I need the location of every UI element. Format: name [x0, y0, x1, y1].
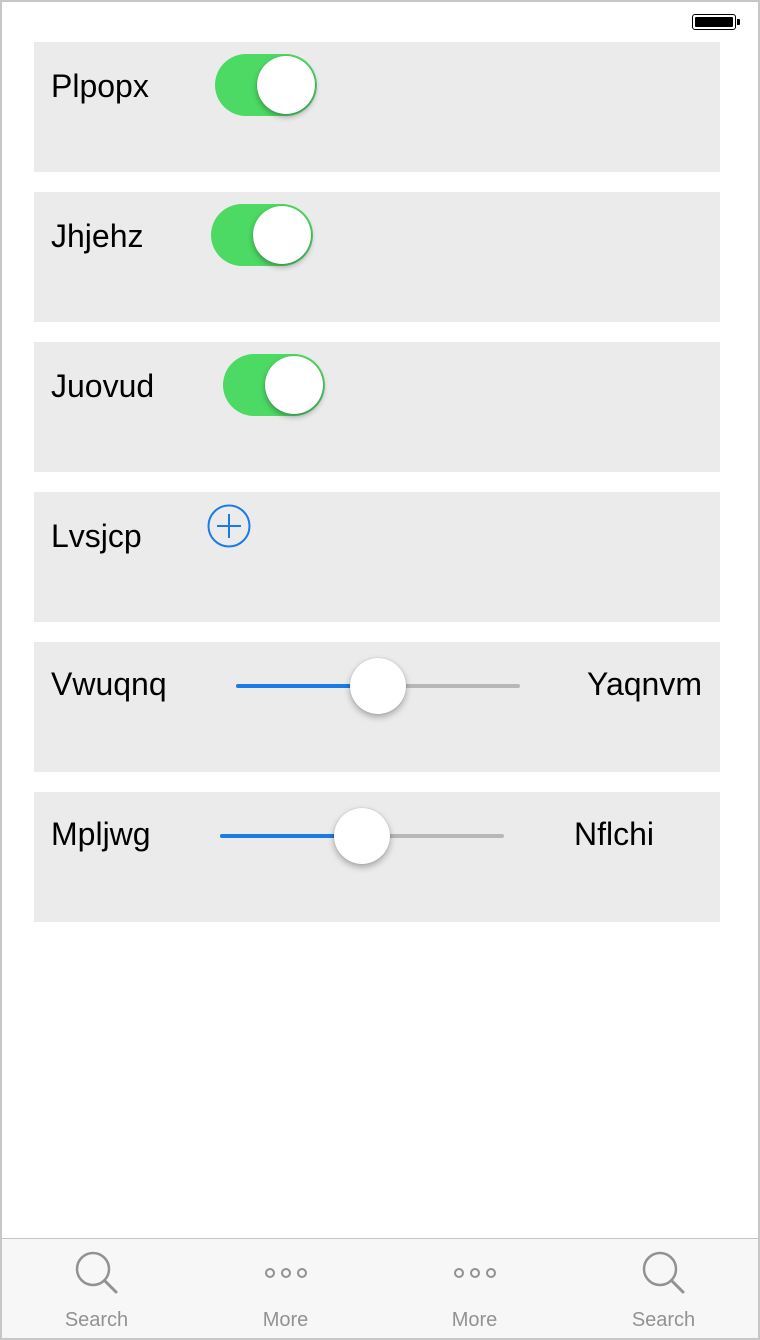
juovud-toggle[interactable] — [223, 354, 325, 416]
settings-row-lvsjcp: Lvsjcp — [34, 492, 720, 622]
settings-row-mpljwg: Mpljwg Nflchi — [34, 792, 720, 922]
row-label: Lvsjcp — [51, 518, 142, 554]
toggle-knob — [253, 206, 311, 264]
slider-max-label: Nflchi — [573, 816, 654, 852]
tab-label: Search — [64, 1309, 129, 1331]
tab-label: More — [262, 1309, 309, 1331]
settings-row-juovud: Juovud — [34, 342, 720, 472]
row-label: Jhjehz — [51, 218, 144, 254]
more-icon — [453, 1268, 496, 1278]
mpljwg-slider[interactable] — [220, 806, 504, 866]
vwuqnq-slider[interactable] — [236, 656, 520, 716]
jhjehz-toggle[interactable] — [211, 204, 313, 266]
more-icon — [264, 1268, 307, 1278]
settings-row-vwuqnq: Vwuqnq Yaqnvm — [34, 642, 720, 772]
slider-thumb[interactable] — [350, 658, 406, 714]
slider-max-label: Yaqnvm — [586, 666, 702, 702]
toggle-knob — [265, 356, 323, 414]
tab-bar: Search More More Search — [2, 1238, 758, 1338]
tab-more[interactable]: More — [191, 1239, 380, 1338]
battery-icon — [692, 14, 740, 30]
search-icon — [75, 1251, 117, 1294]
tab-search[interactable]: Search — [2, 1239, 191, 1338]
tab-more[interactable]: More — [380, 1239, 569, 1338]
row-label: Juovud — [51, 368, 155, 404]
row-label: Plpopx — [51, 68, 149, 104]
settings-row-jhjehz: Jhjehz — [34, 192, 720, 322]
plpopx-toggle[interactable] — [215, 54, 317, 116]
phone-screen: Plpopx Jhjehz Juovud Lvsjcp Vwuqnq Yaqnv… — [0, 0, 760, 1340]
tab-label: More — [451, 1309, 498, 1331]
row-label: Vwuqnq — [51, 666, 167, 702]
search-icon — [642, 1251, 684, 1294]
status-bar — [2, 2, 758, 42]
row-label: Mpljwg — [51, 816, 151, 852]
toggle-knob — [257, 56, 315, 114]
tab-label: Search — [631, 1309, 696, 1331]
settings-row-plpopx: Plpopx — [34, 42, 720, 172]
add-icon[interactable] — [207, 504, 251, 548]
tab-search[interactable]: Search — [569, 1239, 758, 1338]
slider-thumb[interactable] — [334, 808, 390, 864]
